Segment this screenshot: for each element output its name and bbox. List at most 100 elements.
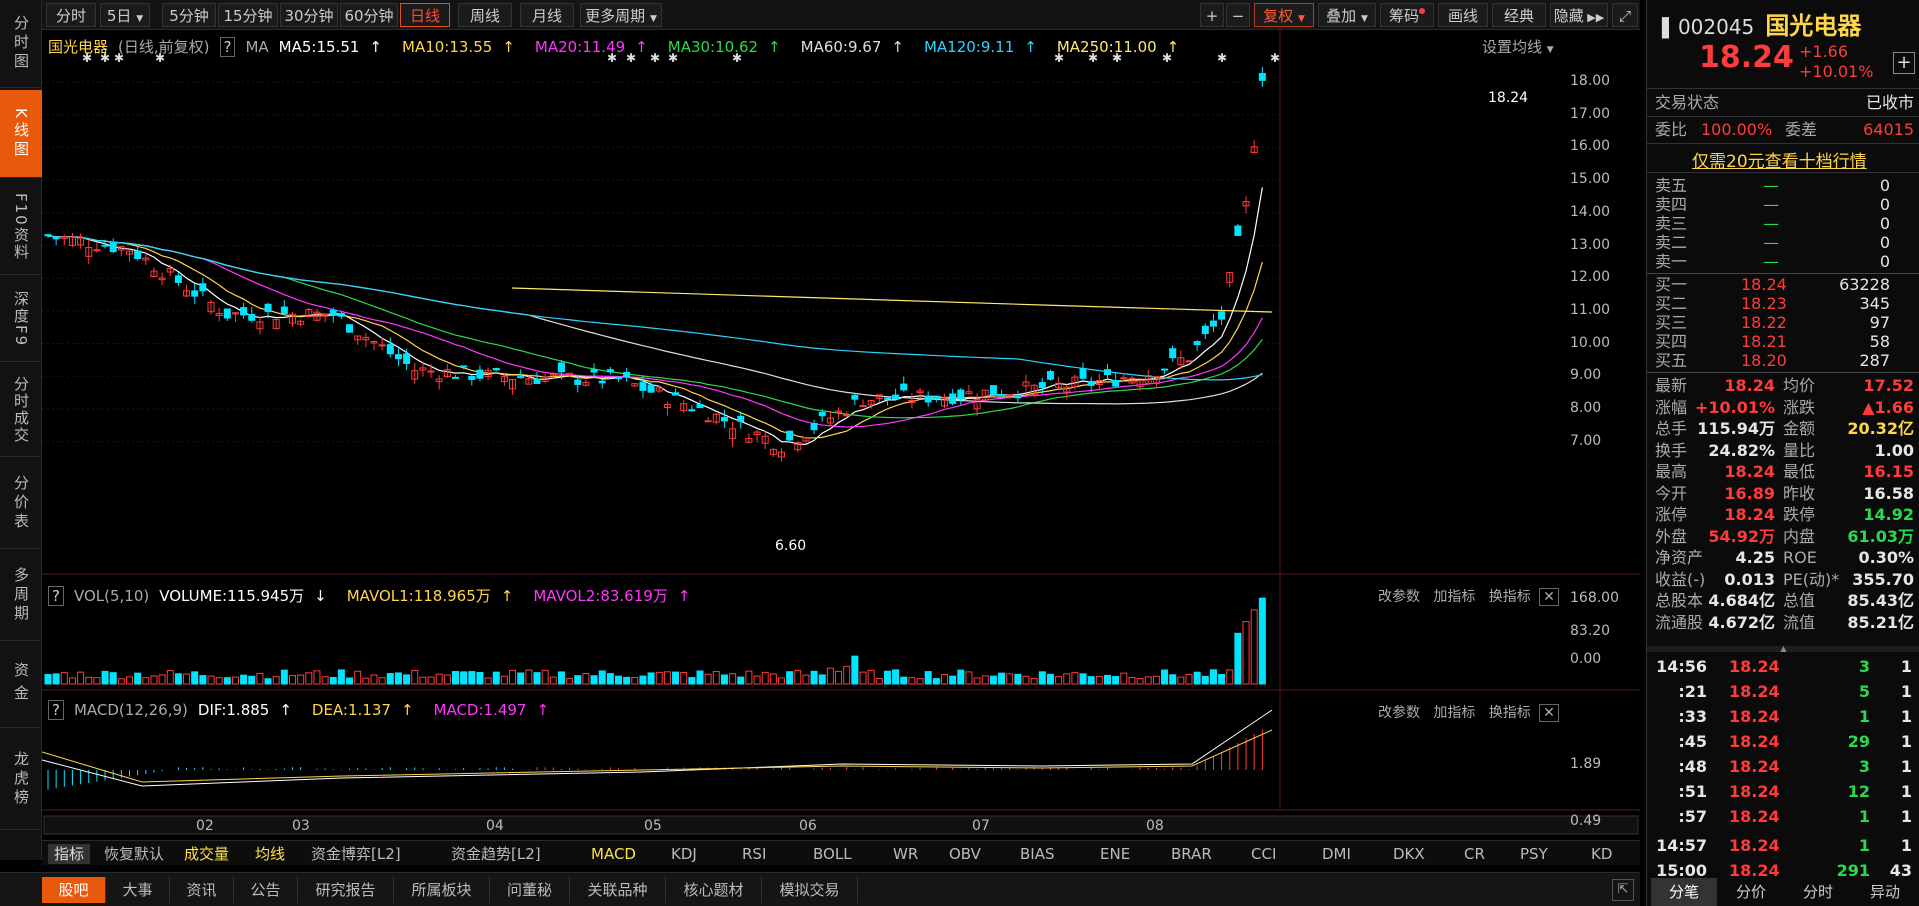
indicator-7[interactable]: KDJ [671,844,697,864]
right-tab-2[interactable]: 分时 [1785,878,1851,906]
period-more[interactable]: 更多周期 ▼ [580,3,662,27]
bottom-tab-2[interactable]: 资讯 [170,877,234,903]
indicator-1[interactable]: 恢复默认 [104,844,164,864]
tick-row: :33 18.24 1 1 [1647,704,1919,729]
diejia-button[interactable]: 叠加 ▼ [1318,3,1376,27]
period-weekly[interactable]: 周线 [458,3,512,27]
zoom-in-button[interactable]: + [1200,3,1224,27]
help-icon[interactable]: ? [48,586,64,606]
nav-fenjiabiao[interactable]: 分价表 [0,459,42,549]
volume-bar [452,671,459,685]
bottom-tab-6[interactable]: 问董秘 [490,877,570,903]
indicator-5[interactable]: 资金趋势[L2] [451,844,541,864]
right-tab-3[interactable]: 异动 [1852,878,1918,906]
indicator-9[interactable]: BOLL [813,844,852,864]
chouma-button[interactable]: 筹码 [1380,3,1434,27]
tick-price: 18.24 [1729,757,1780,776]
period-5min[interactable]: 5分钟 [162,3,216,27]
fuquan-button[interactable]: 复权 ▼ [1254,3,1314,27]
indicator-10[interactable]: WR [893,844,918,864]
indicator-14[interactable]: BRAR [1171,844,1212,864]
stat-row: 净资产 4.25 ROE 0.30% [1647,548,1919,568]
bottom-tab-8[interactable]: 核心题材 [666,877,762,903]
dea-value: DEA:1.137 ↑ [312,701,424,719]
indicator-2[interactable]: 成交量 [184,844,229,864]
candle-body [688,409,696,412]
nav-zijin[interactable]: 资金 [0,643,42,728]
nav-fenshichengjiao[interactable]: 分时成交 [0,364,42,457]
jingdian-button[interactable]: 经典 [1492,3,1546,27]
stock-menu-icon[interactable]: ▐ [1655,18,1669,39]
yincang-button[interactable]: 隐藏 ▶▶ [1550,3,1608,27]
right-tab-0[interactable]: 分笔 [1651,878,1717,906]
event-marker-icon[interactable]: ✱ [1270,51,1280,65]
stat-label: 今开 [1655,483,1688,503]
indicator-8[interactable]: RSI [742,844,766,864]
indicator-0[interactable]: 指标 [48,844,91,864]
indicator-12[interactable]: BIAS [1020,844,1055,864]
close-icon[interactable]: ✕ [1539,588,1559,606]
right-tab-1[interactable]: 分价 [1718,878,1784,906]
indicator-11[interactable]: OBV [949,844,981,864]
level-label: 买三 [1655,313,1688,332]
period-5day[interactable]: 5日 ▼ [100,3,150,27]
period-15min[interactable]: 15分钟 [218,3,278,27]
bottom-tab-3[interactable]: 公告 [234,877,298,903]
macd-jiazhibiao-button[interactable]: 加指标 [1433,705,1475,721]
macd-gaicanshu-button[interactable]: 改参数 [1378,705,1420,721]
period-monthly[interactable]: 月线 [520,3,574,27]
nav-longhubang[interactable]: 龙虎榜 [0,730,42,830]
period-30min[interactable]: 30分钟 [280,3,338,27]
bottom-tab-4[interactable]: 研究报告 [298,877,394,903]
indicator-15[interactable]: CCI [1251,844,1276,864]
fullscreen-button[interactable]: ⤢ [1612,3,1638,27]
bottom-tab-1[interactable]: 大事 [106,877,170,903]
arrow-up-icon: ↑ [279,701,292,719]
indicator-20[interactable]: KD [1591,844,1612,864]
indicator-6[interactable]: MACD [591,844,636,864]
vol-huanzhibiao-button[interactable]: 换指标 [1489,589,1531,605]
ma-settings-button[interactable]: 设置均线 ▼ [1482,36,1554,57]
volume-bar [818,674,826,685]
nav-f10[interactable]: F10资料 [0,180,42,275]
weicha-value: 64015 [1863,120,1914,139]
nav-duozhouqi[interactable]: 多周期 [0,551,42,641]
nav-kxiantu[interactable]: K线图 [0,90,42,178]
bottom-tab-0[interactable]: 股吧 [42,877,106,903]
tick-volume: 3 [1858,757,1870,776]
kline-chart-area[interactable]: ✱ ✱ ✱ ✱ ✱ ✱ ✱ ✱ ✱ ✱ ✱ ✱ ✱ ✱ ✱ 国光电器 (日线,前复权)? MA MA5:15.51… [42,30,1640,840]
macd-huanzhibiao-button[interactable]: 换指标 [1489,705,1531,721]
help-icon[interactable]: ? [219,37,236,57]
help-icon[interactable]: ? [48,700,64,720]
candle-body [883,397,891,400]
nav-f9[interactable]: 深度F9 [0,277,42,362]
collapse-handle[interactable]: ▲ [1647,645,1919,653]
huaxian-button[interactable]: 画线 [1438,3,1488,27]
period-fenshi[interactable]: 分时 [46,3,96,27]
bottom-tab-5[interactable]: 所属板块 [394,877,490,903]
nav-fenshitu[interactable]: 分时图 [0,0,42,88]
indicator-18[interactable]: CR [1464,844,1485,864]
level2-promo-link[interactable]: 仅需20元查看十档行情 [1692,147,1867,172]
bottom-tab-7[interactable]: 关联品种 [570,877,666,903]
add-watchlist-icon[interactable]: + [1893,52,1915,74]
indicator-17[interactable]: DKX [1393,844,1425,864]
indicator-16[interactable]: DMI [1322,844,1351,864]
vol-gaicanshu-button[interactable]: 改参数 [1378,589,1420,605]
indicator-19[interactable]: PSY [1520,844,1548,864]
zoom-out-button[interactable]: − [1226,3,1250,27]
period-daily[interactable]: 日线 [400,3,450,27]
event-marker-icon[interactable]: ✱ [1217,51,1227,65]
period-60min[interactable]: 60分钟 [340,3,398,27]
indicator-13[interactable]: ENE [1100,844,1130,864]
indicator-3[interactable]: 均线 [255,844,285,864]
level-volume: 345 [1859,294,1890,313]
volume-bar [403,674,411,685]
bottom-tab-9[interactable]: 模拟交易 [762,877,858,903]
indicator-4[interactable]: 资金博弈[L2] [311,844,401,864]
popout-icon[interactable]: ⇱ [1612,879,1634,901]
volume-bar [280,669,288,685]
volume-bar [77,671,85,685]
close-icon[interactable]: ✕ [1539,704,1559,722]
vol-jiazhibiao-button[interactable]: 加指标 [1433,589,1475,605]
